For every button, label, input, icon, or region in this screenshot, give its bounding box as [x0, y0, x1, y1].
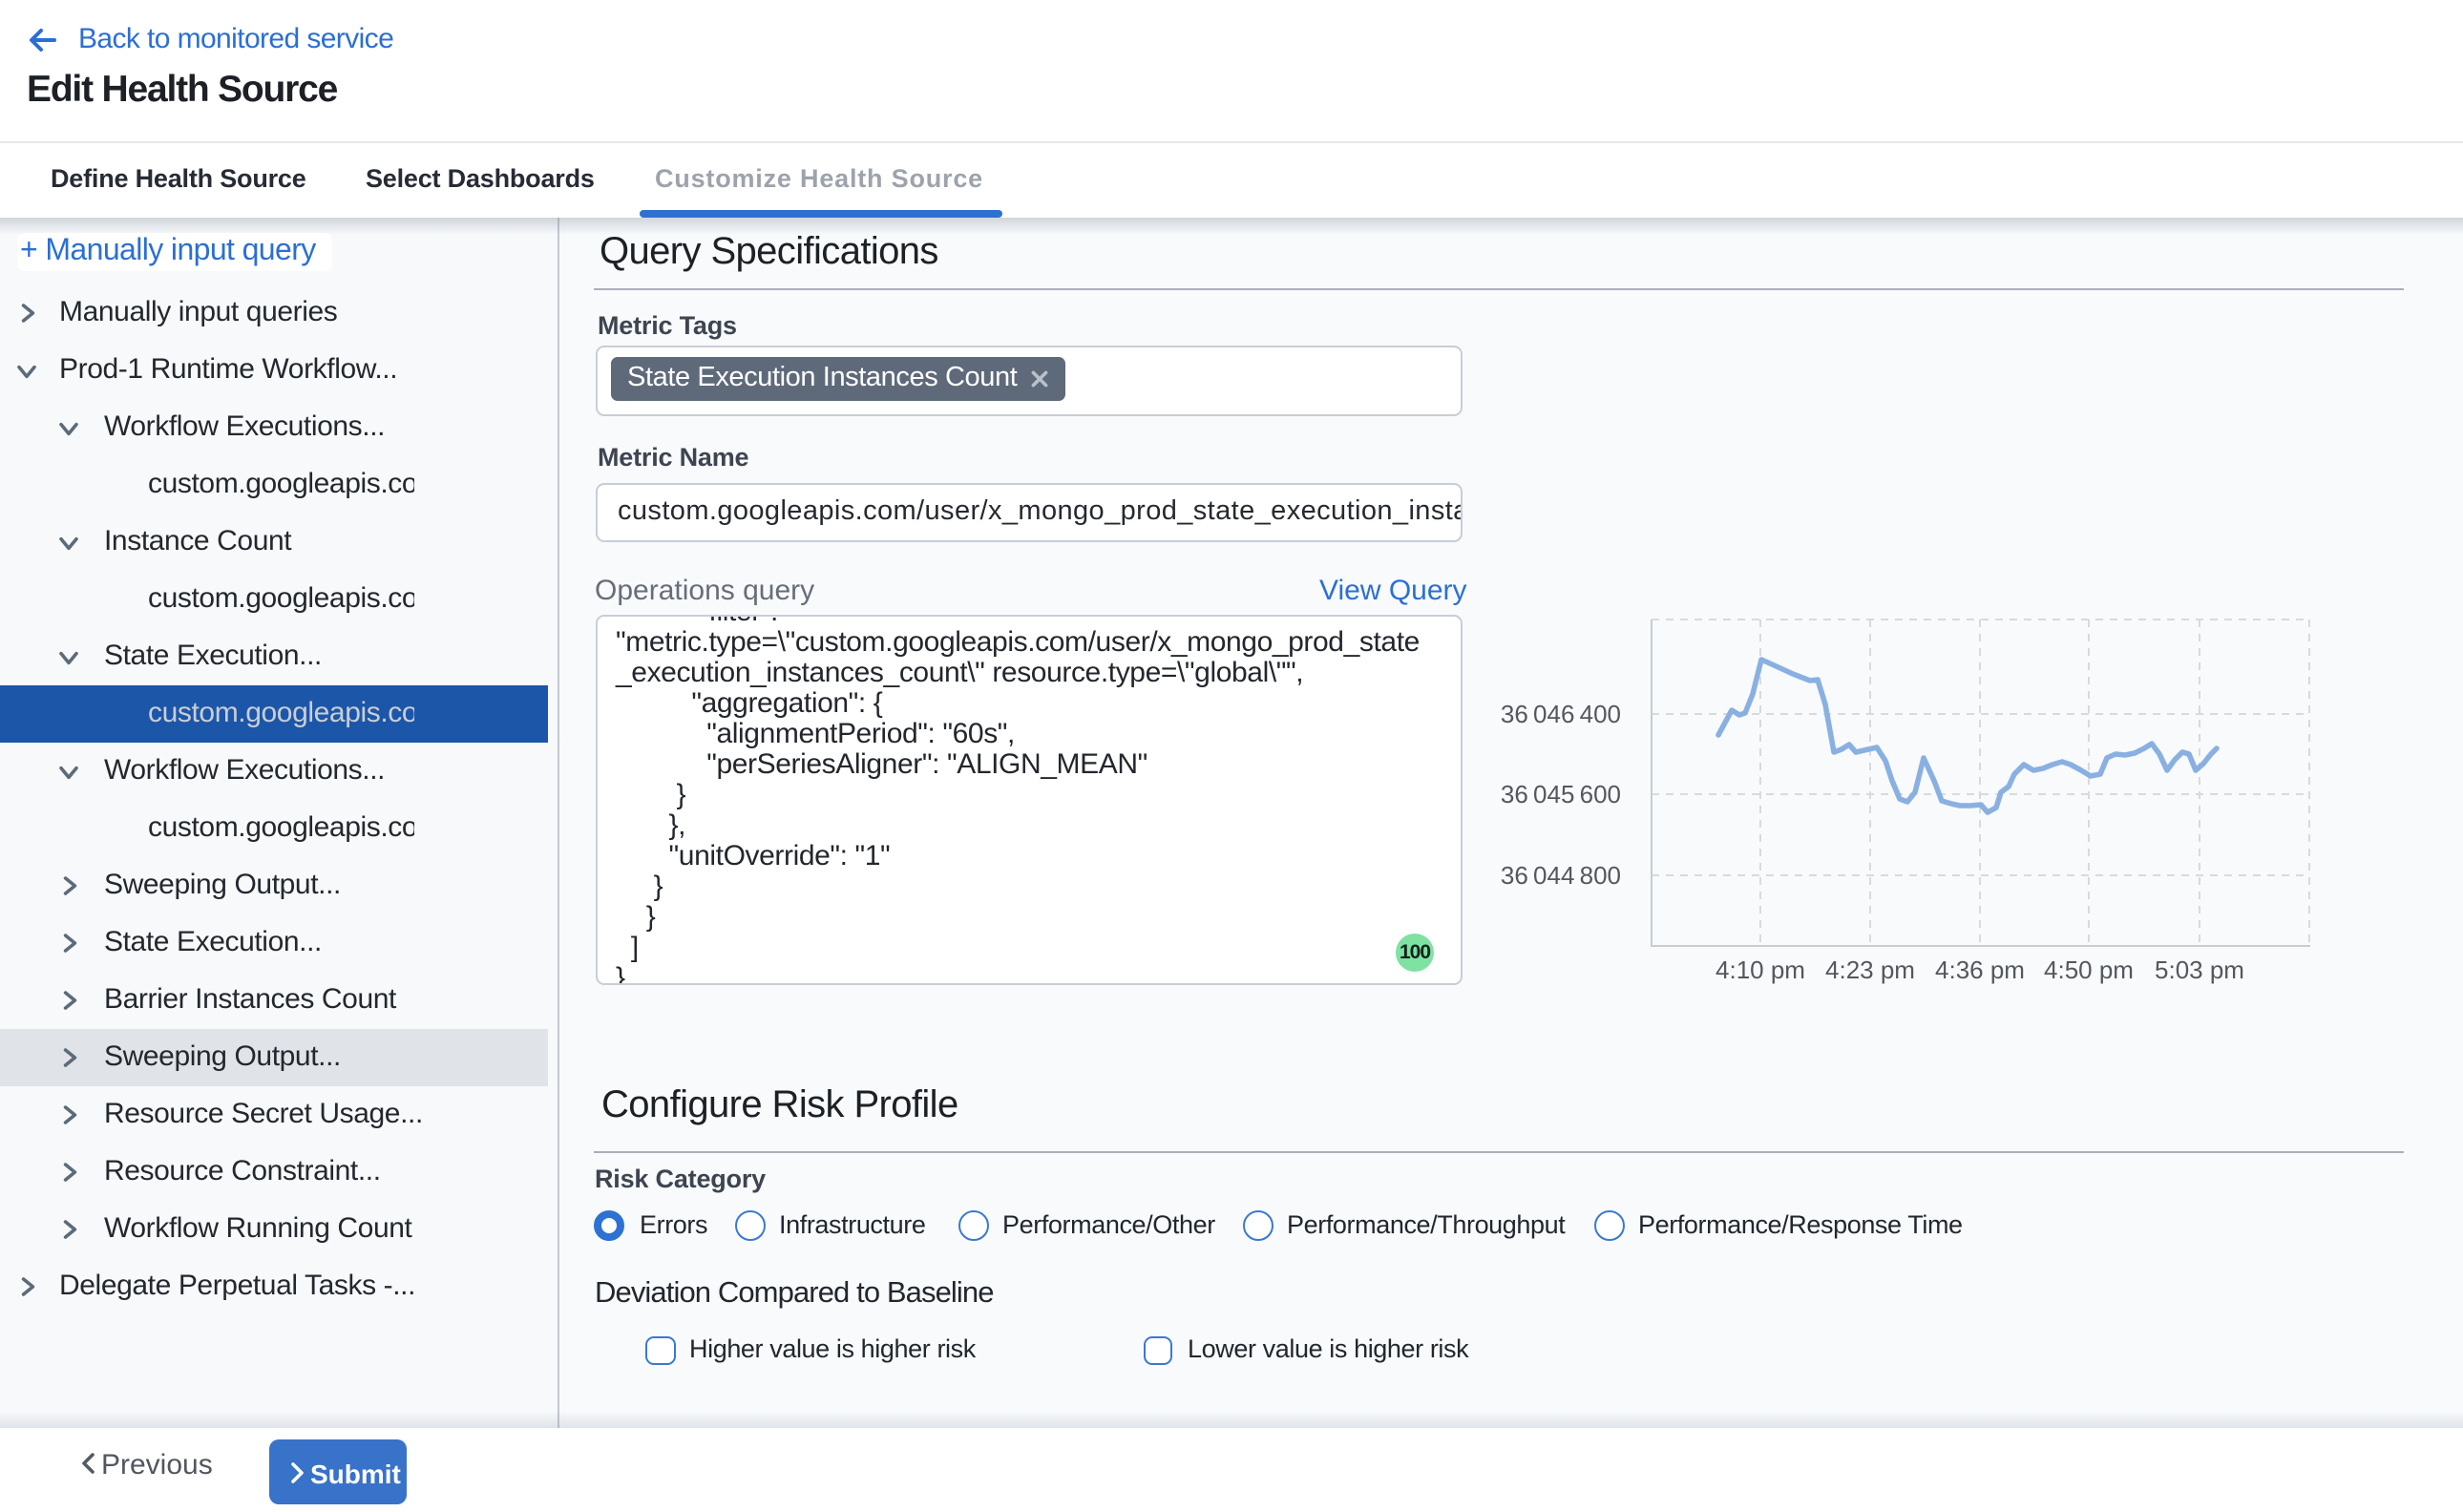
- svg-text:36 044 800: 36 044 800: [1501, 861, 1621, 890]
- svg-text:4:50 pm: 4:50 pm: [2044, 956, 2134, 984]
- svg-text:36 046 400: 36 046 400: [1501, 700, 1621, 728]
- svg-text:5:03 pm: 5:03 pm: [2155, 956, 2244, 984]
- svg-text:4:10 pm: 4:10 pm: [1716, 956, 1805, 984]
- svg-text:4:23 pm: 4:23 pm: [1825, 956, 1915, 984]
- svg-text:4:36 pm: 4:36 pm: [1935, 956, 2025, 984]
- svg-text:36 045 600: 36 045 600: [1501, 780, 1621, 808]
